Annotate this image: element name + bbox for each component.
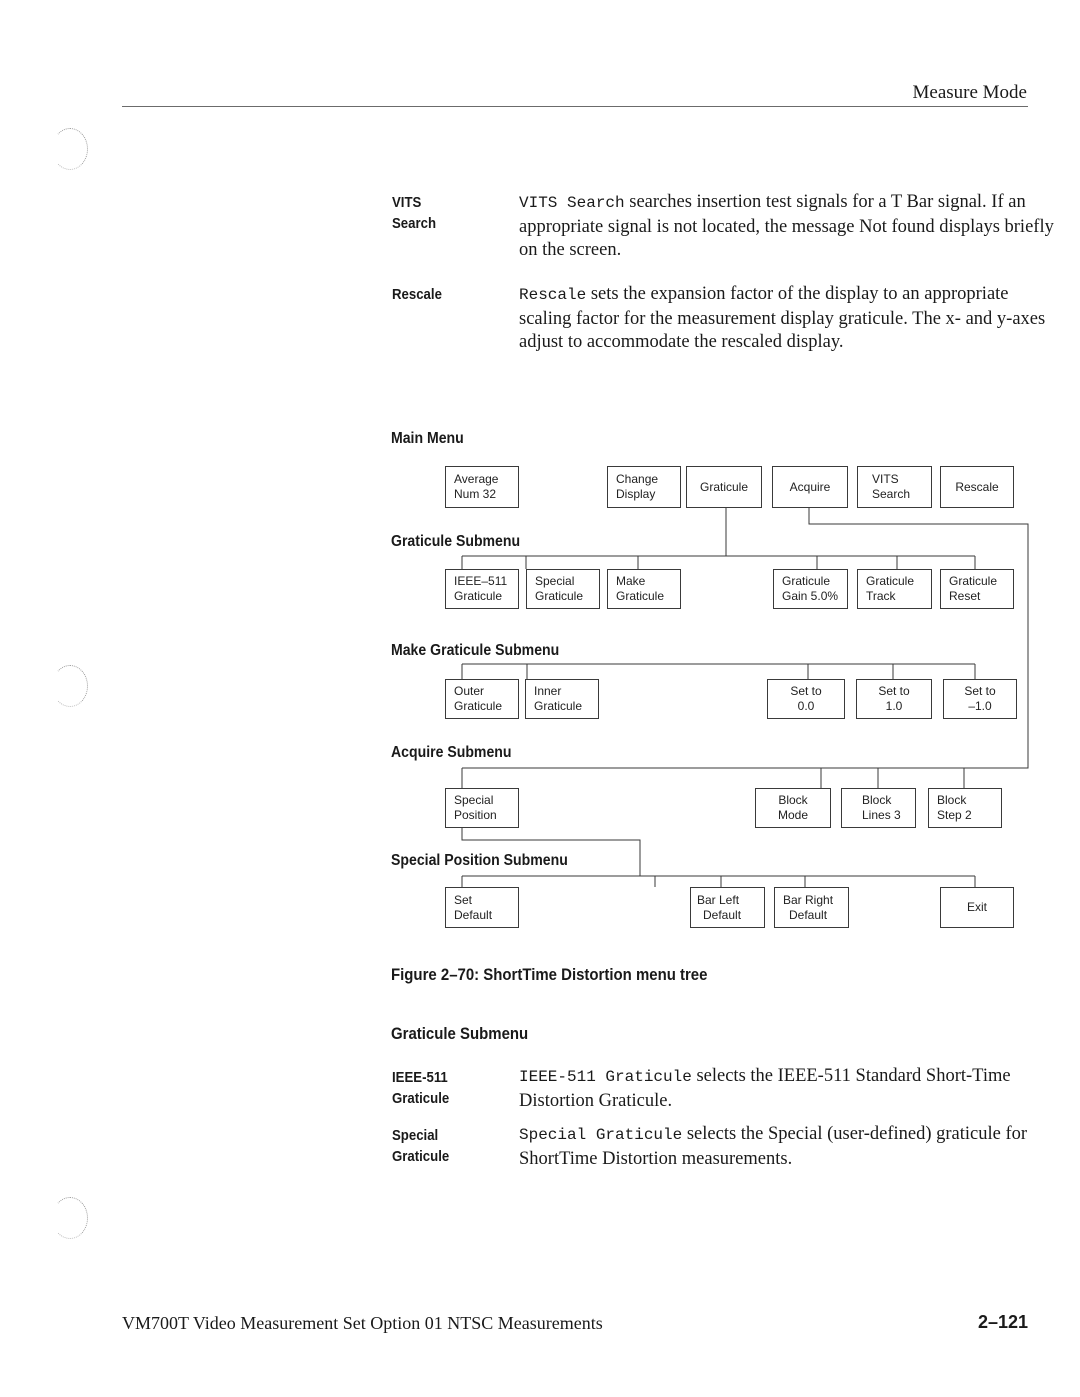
menu-button-graticule-gain[interactable]: Graticule Gain 5.0% — [773, 569, 848, 609]
menu-button-inner-graticule[interactable]: Inner Graticule — [525, 679, 599, 719]
menu-button-exit[interactable]: Exit — [940, 887, 1014, 928]
button-line: Graticule — [454, 699, 503, 713]
button-line: Special — [535, 574, 575, 588]
button-line: Change — [616, 472, 659, 486]
menu-button-graticule-reset[interactable]: Graticule Reset — [940, 569, 1014, 609]
menu-button-graticule[interactable]: Graticule — [686, 466, 762, 508]
menu-button-average-num[interactable]: Average Num 32 — [445, 466, 519, 508]
menu-button-block-step[interactable]: Block Step 2 — [928, 788, 1002, 828]
code-text: Special Graticule — [519, 1126, 683, 1144]
button-line: Track — [866, 589, 896, 603]
button-line: Graticule — [534, 699, 583, 713]
definition-term-special-graticule: Special Graticule — [392, 1125, 457, 1167]
button-line: Default — [703, 907, 742, 922]
menu-button-bar-left-default[interactable]: Bar Left Default — [690, 887, 765, 928]
menu-button-vits-search[interactable]: VITS Search — [857, 466, 932, 508]
button-line: –1.0 — [968, 699, 992, 713]
button-line: Block — [937, 793, 967, 807]
footer-document-title: VM700T Video Measurement Set Option 01 N… — [122, 1313, 603, 1333]
button-line: Outer — [454, 684, 485, 698]
button-line: Special — [454, 793, 494, 807]
section-label-graticule-submenu: Graticule Submenu — [391, 533, 521, 550]
button-line: Graticule — [949, 574, 998, 588]
button-line: Graticule — [535, 589, 584, 603]
button-line: Bar Right — [783, 892, 834, 907]
button-line: Display — [616, 487, 656, 501]
menu-button-bar-right-default[interactable]: Bar Right Default — [774, 887, 849, 928]
button-line: Acquire — [789, 479, 831, 494]
button-line: Exit — [966, 900, 987, 914]
button-line: Block — [862, 793, 892, 807]
menu-button-block-lines[interactable]: Block Lines 3 — [841, 788, 916, 828]
button-line: Gain 5.0% — [782, 589, 839, 603]
footer-page-number: 2–121 — [977, 1312, 1028, 1332]
section-label-acquire-submenu: Acquire Submenu — [391, 744, 512, 761]
menu-button-block-mode[interactable]: Block Mode — [755, 788, 831, 828]
menu-button-rescale[interactable]: Rescale — [940, 466, 1014, 508]
button-line: Mode — [777, 808, 809, 822]
section-label-make-graticule-submenu: Make Graticule Submenu — [391, 642, 560, 659]
menu-button-outer-graticule[interactable]: Outer Graticule — [445, 679, 519, 719]
menu-button-set-to-minus-1[interactable]: Set to –1.0 — [943, 679, 1017, 719]
button-line: Reset — [949, 589, 981, 603]
button-line: Rescale — [955, 479, 999, 494]
button-line: Graticule — [782, 574, 831, 588]
button-line: 1.0 — [885, 699, 903, 713]
menu-button-graticule-track[interactable]: Graticule Track — [857, 569, 932, 609]
button-line: 0.0 — [797, 699, 815, 713]
button-line: Inner — [534, 684, 562, 698]
button-line: Set to — [964, 684, 996, 698]
definition-text-ieee511-graticule: IEEE-511 Graticule selects the IEEE-511 … — [519, 1065, 1039, 1113]
button-line: Graticule — [616, 589, 665, 603]
button-line: Block — [778, 793, 808, 807]
menu-button-set-to-1[interactable]: Set to 1.0 — [856, 679, 932, 719]
term-line: Graticule — [392, 1148, 450, 1165]
menu-button-ieee511-graticule[interactable]: IEEE–511 Graticule — [445, 569, 519, 609]
button-line: Search — [872, 487, 911, 501]
definition-text-special-graticule: Special Graticule selects the Special (u… — [519, 1123, 1039, 1171]
button-line: Set to — [878, 684, 910, 698]
button-line: VITS — [872, 472, 899, 486]
figure-caption: Figure 2–70: ShortTime Distortion menu t… — [391, 965, 708, 984]
section-heading-graticule-submenu: Graticule Submenu — [391, 1024, 529, 1043]
menu-button-acquire[interactable]: Acquire — [772, 466, 848, 508]
button-line: Default — [454, 907, 493, 922]
button-line: Graticule — [866, 574, 915, 588]
button-line: Step 2 — [937, 808, 972, 822]
menu-button-special-position[interactable]: Special Position — [445, 788, 519, 828]
button-line: Lines 3 — [862, 808, 901, 822]
button-line: Default — [789, 907, 828, 922]
term-line: Special — [392, 1127, 439, 1144]
code-text: IEEE-511 Graticule — [519, 1068, 692, 1086]
menu-button-set-to-0[interactable]: Set to 0.0 — [767, 679, 845, 719]
button-line: Average — [454, 472, 499, 486]
button-line: Position — [454, 808, 497, 822]
button-line: Num 32 — [454, 487, 497, 501]
term-line: Graticule — [392, 1090, 450, 1107]
section-label-main-menu: Main Menu — [391, 430, 464, 447]
button-line: Set — [454, 892, 473, 907]
menu-button-change-display[interactable]: Change Display — [607, 466, 681, 508]
definition-term-ieee511-graticule: IEEE-511 Graticule — [392, 1067, 457, 1109]
term-line: IEEE-511 — [392, 1069, 448, 1086]
button-line: Graticule — [699, 479, 749, 494]
menu-button-special-graticule[interactable]: Special Graticule — [526, 569, 600, 609]
button-line: IEEE–511 — [454, 574, 508, 588]
menu-button-set-default[interactable]: Set Default — [445, 887, 519, 928]
button-line: Bar Left — [697, 892, 740, 907]
button-line: Graticule — [454, 589, 503, 603]
section-label-special-position-submenu: Special Position Submenu — [391, 852, 568, 869]
button-line: Set to — [790, 684, 822, 698]
connector-line — [462, 507, 1029, 769]
button-line: Make — [616, 574, 646, 588]
menu-button-make-graticule[interactable]: Make Graticule — [607, 569, 681, 609]
